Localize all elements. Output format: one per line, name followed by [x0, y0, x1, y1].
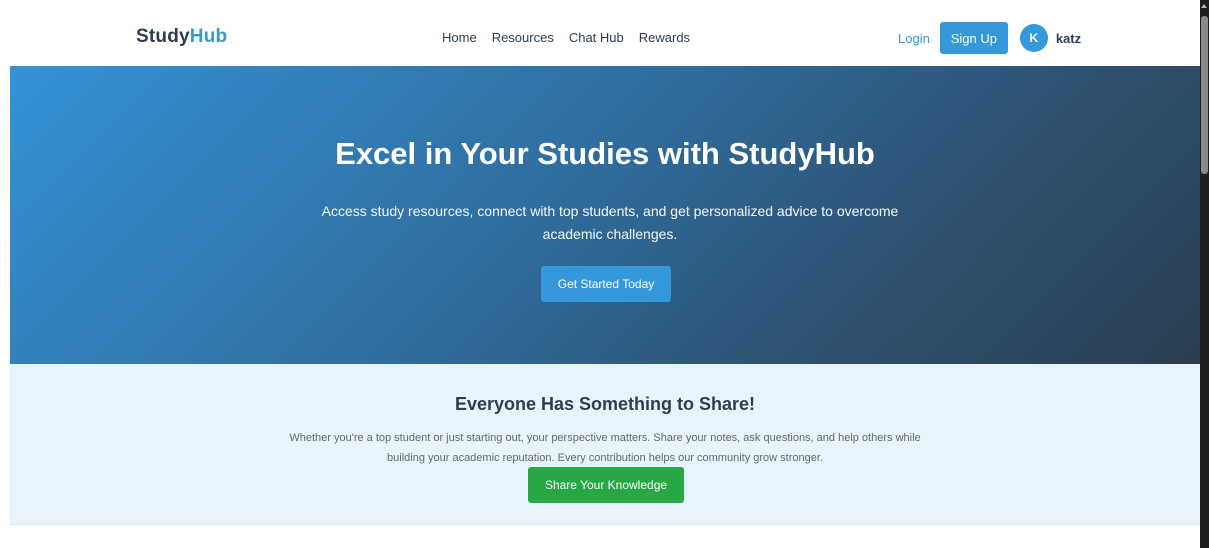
navbar: StudyHub Home Resources Chat Hub Rewards…: [10, 0, 1200, 66]
nav-links: Home Resources Chat Hub Rewards: [442, 30, 690, 45]
share-description: Whether you're a top student or just sta…: [289, 432, 921, 464]
login-link[interactable]: Login: [898, 31, 930, 46]
get-started-button[interactable]: Get Started Today: [541, 266, 671, 302]
hero-title: Excel in Your Studies with StudyHub: [335, 136, 875, 171]
username: katz: [1055, 30, 1082, 46]
auth-area: Login Sign Up K katz: [898, 22, 1081, 54]
brand-logo[interactable]: StudyHub: [136, 26, 227, 48]
brand-suffix: Hub: [189, 26, 228, 47]
page: StudyHub Home Resources Chat Hub Rewards…: [0, 0, 1209, 548]
signup-button[interactable]: Sign Up: [939, 22, 1008, 54]
share-section: Everyone Has Something to Share! Whether…: [10, 364, 1200, 525]
nav-link-chat-hub[interactable]: Chat Hub: [569, 30, 624, 45]
page-scrollbar[interactable]: [1200, 0, 1209, 548]
scroll-up-arrow-icon[interactable]: [1201, 4, 1207, 8]
scrollbar-thumb[interactable]: [1201, 16, 1208, 174]
hero-section: Excel in Your Studies with StudyHub Acce…: [10, 66, 1200, 364]
nav-link-home[interactable]: Home: [442, 30, 477, 45]
share-knowledge-button[interactable]: Share Your Knowledge: [528, 467, 684, 503]
nav-link-rewards[interactable]: Rewards: [639, 30, 690, 45]
brand-prefix: Study: [136, 26, 190, 47]
nav-link-resources[interactable]: Resources: [492, 30, 554, 45]
avatar: K: [1019, 24, 1048, 52]
hero-subtitle: Access study resources, connect with top…: [321, 203, 899, 242]
user-menu[interactable]: K katz: [1019, 24, 1082, 52]
share-title: Everyone Has Something to Share!: [454, 394, 756, 414]
